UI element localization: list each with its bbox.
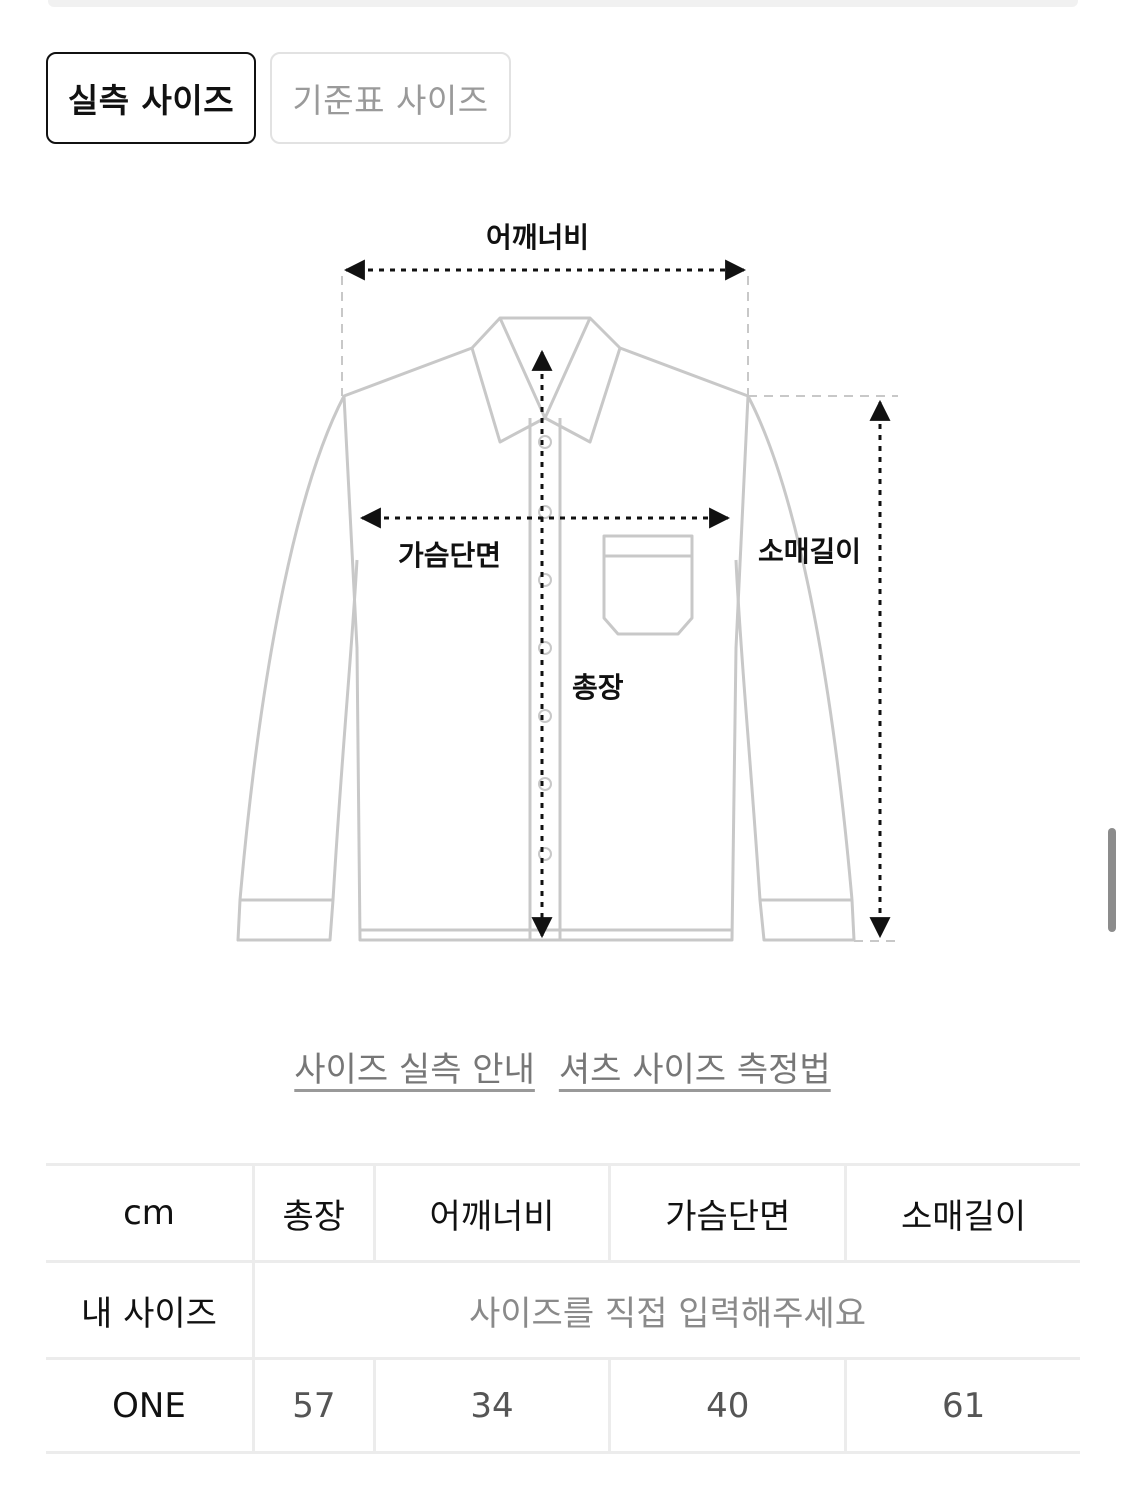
size-tabs: 실측 사이즈 기준표 사이즈	[46, 52, 511, 144]
table-header-row: cm 총장 어깨너비 가슴단면 소매길이	[46, 1163, 1080, 1260]
chest-width-label: 가슴단면	[398, 539, 502, 572]
my-size-row: 내 사이즈 사이즈를 직접 입력해주세요	[46, 1260, 1080, 1357]
my-size-label: 내 사이즈	[46, 1260, 252, 1357]
shoulder-width-label: 어깨너비	[486, 221, 590, 254]
table-row: ONE 57 34 40 61	[46, 1357, 1080, 1454]
my-size-input[interactable]: 사이즈를 직접 입력해주세요	[252, 1260, 1080, 1357]
header-sleeve: 소매길이	[844, 1163, 1080, 1260]
top-divider	[48, 0, 1078, 7]
value-length: 57	[252, 1357, 373, 1454]
shirt-measure-link[interactable]: 셔츠 사이즈 측정법	[559, 1042, 831, 1091]
unit-cell: cm	[46, 1163, 252, 1260]
scrollbar-thumb[interactable]	[1108, 828, 1116, 932]
header-chest: 가슴단면	[608, 1163, 845, 1260]
shirt-illustration	[236, 259, 898, 942]
value-chest: 40	[608, 1357, 845, 1454]
total-length-label: 총장	[572, 671, 624, 704]
tab-actual-size[interactable]: 실측 사이즈	[46, 52, 256, 144]
value-sleeve: 61	[844, 1357, 1080, 1454]
help-links: 사이즈 실측 안내 셔츠 사이즈 측정법	[0, 1042, 1125, 1091]
header-shoulder: 어깨너비	[372, 1163, 609, 1260]
tab-standard-size[interactable]: 기준표 사이즈	[270, 52, 511, 144]
size-guide-link[interactable]: 사이즈 실측 안내	[294, 1042, 535, 1091]
sleeve-length-label: 소매길이	[758, 535, 862, 568]
measurement-diagram: 어깨너비 가슴단면 총장 소매길이	[0, 200, 1125, 960]
size-table: cm 총장 어깨너비 가슴단면 소매길이 내 사이즈 사이즈를 직접 입력해주세…	[46, 1163, 1080, 1454]
value-shoulder: 34	[372, 1357, 609, 1454]
size-name-cell: ONE	[46, 1357, 252, 1454]
header-length: 총장	[252, 1163, 373, 1260]
